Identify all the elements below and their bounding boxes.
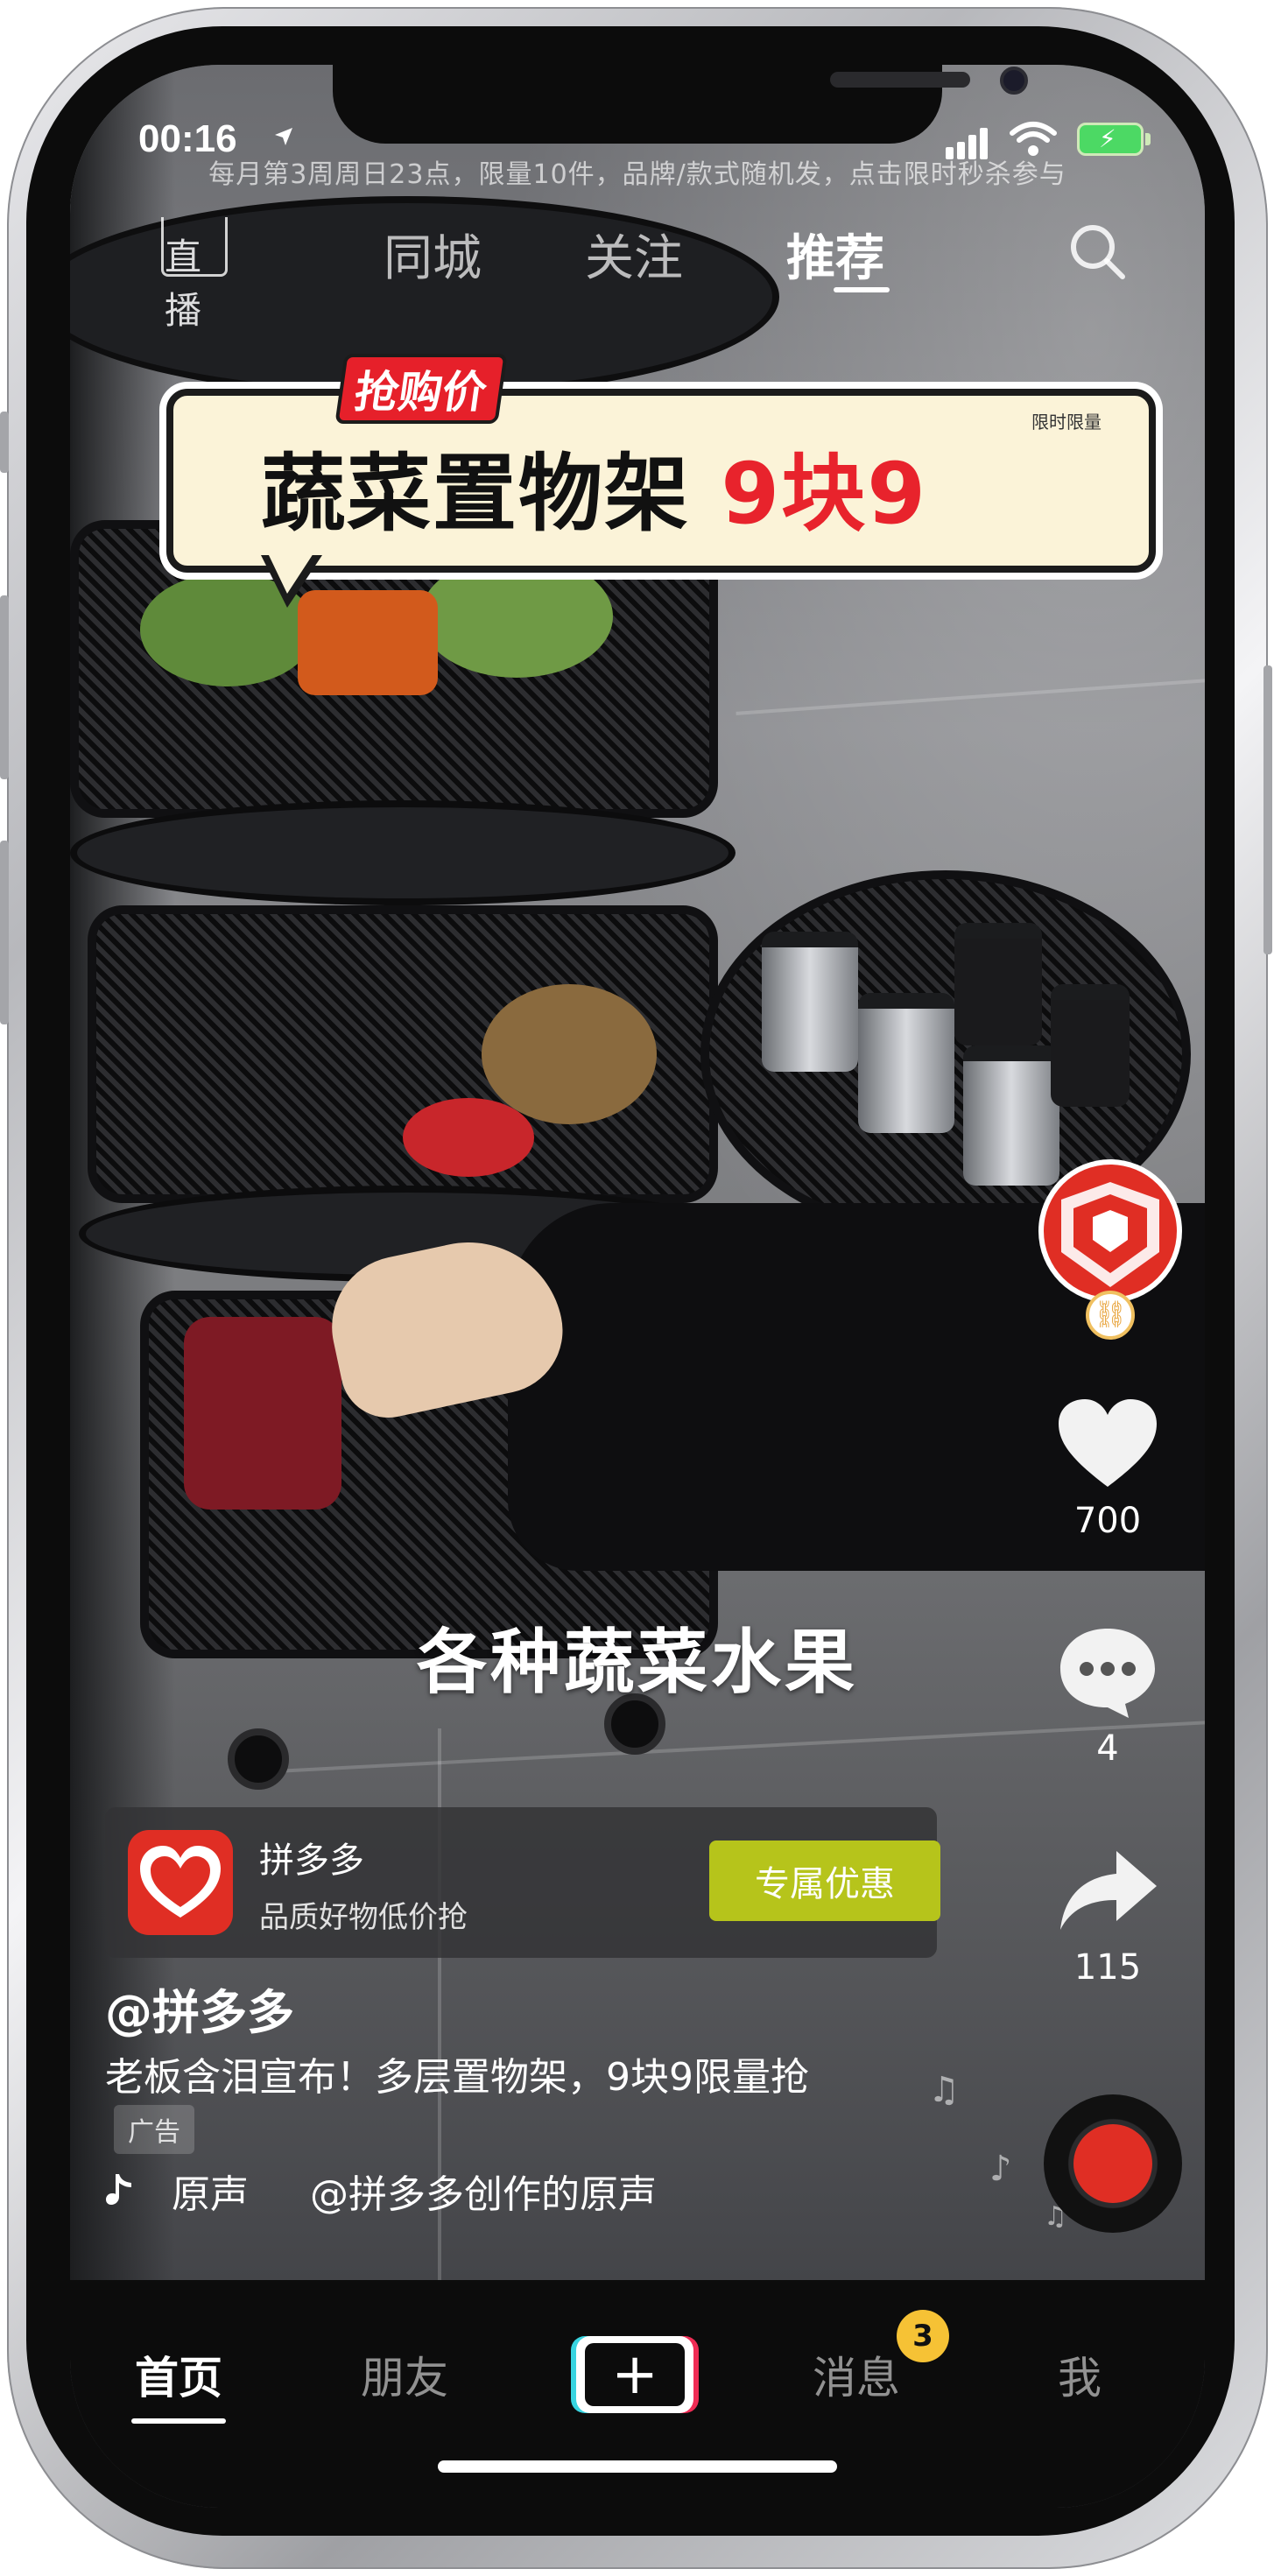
side-button-volume-up	[0, 595, 9, 779]
tab-recommended[interactable]: 推荐	[786, 219, 884, 290]
avatar[interactable]	[1038, 1159, 1182, 1303]
floating-note-icon: ♫	[928, 2070, 960, 2110]
author-handle[interactable]: @拼多多	[105, 1974, 294, 2043]
nav-home[interactable]: 首页	[135, 2343, 222, 2406]
music-disc-cover	[1073, 2124, 1152, 2203]
promo-price: 9块9	[721, 445, 928, 543]
music-row[interactable]: 原声 @拼多多创作的原声	[105, 2163, 657, 2219]
rack-rim	[70, 800, 736, 905]
messages-badge: 3	[897, 2310, 949, 2362]
pinduoduo-app-icon	[128, 1830, 233, 1935]
promo-price-tag: 抢购价	[334, 354, 508, 424]
ad-description: 品质好物低价抢	[259, 1900, 468, 1935]
home-indicator[interactable]	[438, 2460, 837, 2473]
top-nav: 直播 同城 关注 推荐	[70, 212, 1205, 332]
live-button[interactable]: 直播	[116, 212, 228, 332]
exclusive-offer-button[interactable]: 专属优惠	[709, 1841, 940, 1921]
nav-friends[interactable]: 朋友	[361, 2343, 448, 2406]
tab-following[interactable]: 关注	[585, 219, 683, 290]
promo-bubble-tail-fill	[268, 553, 313, 594]
potato	[482, 984, 657, 1124]
pinduoduo-logo-pattern	[1061, 1182, 1159, 1287]
ad-tag: 广告	[114, 2105, 194, 2154]
share-button[interactable]: 115	[1033, 1842, 1182, 1988]
charging-bolt-icon: ⚡	[1099, 124, 1116, 153]
tiktok-note-icon	[106, 2174, 131, 2205]
ad-card[interactable]: 拼多多 品质好物低价抢 专属优惠	[105, 1807, 940, 1958]
promo-title: 蔬菜置物架 9块9	[261, 426, 927, 547]
ad-advertiser-name: 拼多多	[259, 1841, 364, 1881]
bottom-nav: 首页 朋友 + 消息 3 我	[70, 2280, 1205, 2508]
create-button-inner: +	[585, 2343, 685, 2406]
nav-active-indicator	[131, 2418, 226, 2424]
promo-ticker: 每月第3周周日23点，限量10件，品牌/款式随机发，点击限时秒杀参与	[208, 159, 1066, 190]
create-button[interactable]: +	[576, 2336, 693, 2413]
music-disc[interactable]	[1044, 2094, 1182, 2233]
like-count: 700	[1073, 1501, 1142, 1541]
share-count: 115	[1073, 1947, 1142, 1988]
side-button-mute	[0, 412, 9, 473]
spice-jar	[762, 932, 858, 1072]
nav-me[interactable]: 我	[1058, 2343, 1102, 2406]
music-credit: @拼多多创作的原声	[310, 2172, 657, 2217]
link-icon[interactable]: ⛓	[1086, 1291, 1135, 1340]
spice-jar	[858, 993, 954, 1133]
front-camera	[1000, 67, 1028, 95]
floating-note-icon: ♪	[989, 2149, 1012, 2189]
side-button-power	[1263, 665, 1272, 954]
post-caption[interactable]: 老板含泪宣布！多层置物架，9块9限量抢	[105, 2045, 809, 2101]
promo-limit-note: 限时限量	[1031, 412, 1102, 433]
pinduoduo-app-icon-pattern	[140, 1846, 221, 1918]
screen: 00:16 ⚡ 每月第3周周日23点，限量10件，品牌/款式随机发，点击限时秒杀…	[70, 65, 1205, 2508]
spice-jar	[954, 923, 1042, 1045]
earpiece-speaker	[830, 72, 970, 88]
location-arrow-icon	[275, 128, 292, 145]
spice-jar	[963, 1045, 1059, 1186]
tab-active-indicator	[834, 287, 890, 292]
promo-banner: 抢购价 限时限量 蔬菜置物架 9块9	[156, 345, 1163, 608]
caster-wheel	[228, 1728, 289, 1790]
battery-icon: ⚡	[1077, 123, 1144, 156]
pinduoduo-logo	[1044, 1165, 1177, 1298]
spice-jar	[1051, 984, 1130, 1107]
search-icon[interactable]	[1066, 221, 1128, 282]
battery-nub	[1145, 133, 1151, 145]
nav-messages[interactable]: 消息	[813, 2343, 900, 2406]
comment-count: 4	[1096, 1728, 1119, 1769]
floor-tile-line	[736, 679, 1205, 715]
like-button[interactable]: 700	[1033, 1396, 1182, 1541]
share-icon	[1060, 1851, 1157, 1930]
side-button-volume-down	[0, 841, 9, 1024]
live-label: 直播	[165, 236, 202, 332]
comment-icon	[1060, 1629, 1155, 1718]
music-label: 原声	[172, 2172, 249, 2217]
comment-button[interactable]: 4	[1033, 1623, 1182, 1769]
cherries	[184, 1317, 341, 1510]
plus-icon: +	[611, 2342, 658, 2407]
pepper	[403, 1098, 534, 1177]
tab-nearby[interactable]: 同城	[384, 219, 482, 290]
promo-product: 蔬菜置物架	[261, 445, 721, 543]
heart-icon	[1059, 1399, 1157, 1487]
